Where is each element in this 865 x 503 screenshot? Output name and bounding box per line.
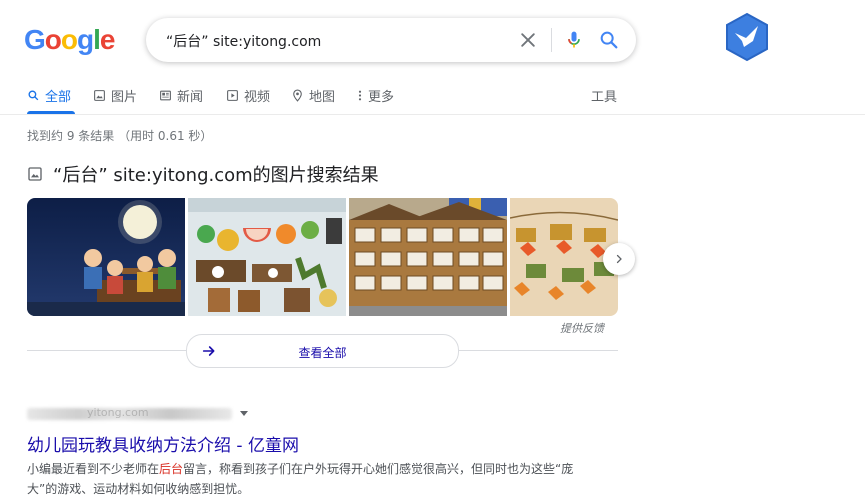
more-vert-icon <box>358 90 362 101</box>
tab-label: 全部 <box>45 90 72 105</box>
tab-label: 更多 <box>368 90 395 105</box>
image-thumbnail[interactable] <box>188 198 346 316</box>
result-title-link[interactable]: 幼儿园玩教具收纳方法介绍 - 亿童网 <box>27 431 299 456</box>
result-cite[interactable]: yitong.com <box>27 406 237 422</box>
logo-letter: o <box>44 24 62 55</box>
search-icon[interactable] <box>598 29 620 51</box>
image-icon <box>94 90 105 101</box>
tab-label: 视频 <box>244 90 271 105</box>
image-results-title: “后台” site:yitong.com的图片搜索结果 <box>53 165 379 186</box>
tab-label: 地图 <box>309 90 336 105</box>
search-icon <box>28 90 39 101</box>
map-pin-icon <box>293 89 302 102</box>
tab-news[interactable]: 新闻 <box>159 86 203 105</box>
snippet-highlight: 后台 <box>159 462 184 476</box>
header-divider <box>0 114 865 115</box>
caret-down-icon[interactable] <box>239 408 249 418</box>
tab-label: 图片 <box>111 90 138 105</box>
search-box[interactable]: “后台” site:yitong.com <box>146 18 636 62</box>
logo-letter: g <box>77 24 94 55</box>
view-all-label: 查看全部 <box>298 346 347 360</box>
snippet-text: 小编最近看到不少老师在 <box>27 462 160 476</box>
google-logo[interactable]: Google <box>24 24 116 56</box>
clear-icon[interactable] <box>518 30 538 50</box>
image-thumbnail[interactable] <box>349 198 507 316</box>
view-all-button[interactable]: 查看全部 <box>186 334 459 368</box>
tab-more[interactable]: 更多 <box>357 86 394 105</box>
bird-extension-icon[interactable] <box>722 11 772 63</box>
result-stats: 找到约 9 条结果 （用时 0.61 秒） <box>27 129 213 143</box>
tab-maps[interactable]: 地图 <box>291 86 335 105</box>
tools-button[interactable]: 工具 <box>591 86 617 105</box>
feedback-link[interactable]: 提供反馈 <box>560 320 604 336</box>
logo-letter: G <box>24 24 46 55</box>
tab-videos[interactable]: 视频 <box>226 86 270 105</box>
tab-images[interactable]: 图片 <box>93 86 137 105</box>
play-icon <box>227 90 238 101</box>
search-input[interactable]: “后台” site:yitong.com <box>166 31 321 51</box>
image-thumbnail[interactable] <box>27 198 185 316</box>
next-images-button[interactable] <box>603 243 635 275</box>
logo-letter: e <box>99 24 116 55</box>
image-thumbnail[interactable] <box>510 198 618 316</box>
news-icon <box>160 90 171 101</box>
image-strip <box>27 198 618 316</box>
logo-letter: l <box>93 24 101 55</box>
image-icon <box>28 167 42 181</box>
tab-all[interactable]: 全部 <box>27 86 71 105</box>
tab-label: 新闻 <box>177 90 204 105</box>
result-snippet: 小编最近看到不少老师在后台留言，称看到孩子们在户外玩得开心她们感觉很高兴，但同时… <box>27 459 587 499</box>
cite-domain: yitong.com <box>87 406 149 419</box>
mic-icon[interactable] <box>564 29 584 51</box>
logo-letter: o <box>60 24 78 55</box>
search-divider <box>551 28 552 52</box>
chevron-right-icon <box>616 254 622 264</box>
image-results-heading[interactable]: “后台” site:yitong.com的图片搜索结果 <box>27 161 379 187</box>
